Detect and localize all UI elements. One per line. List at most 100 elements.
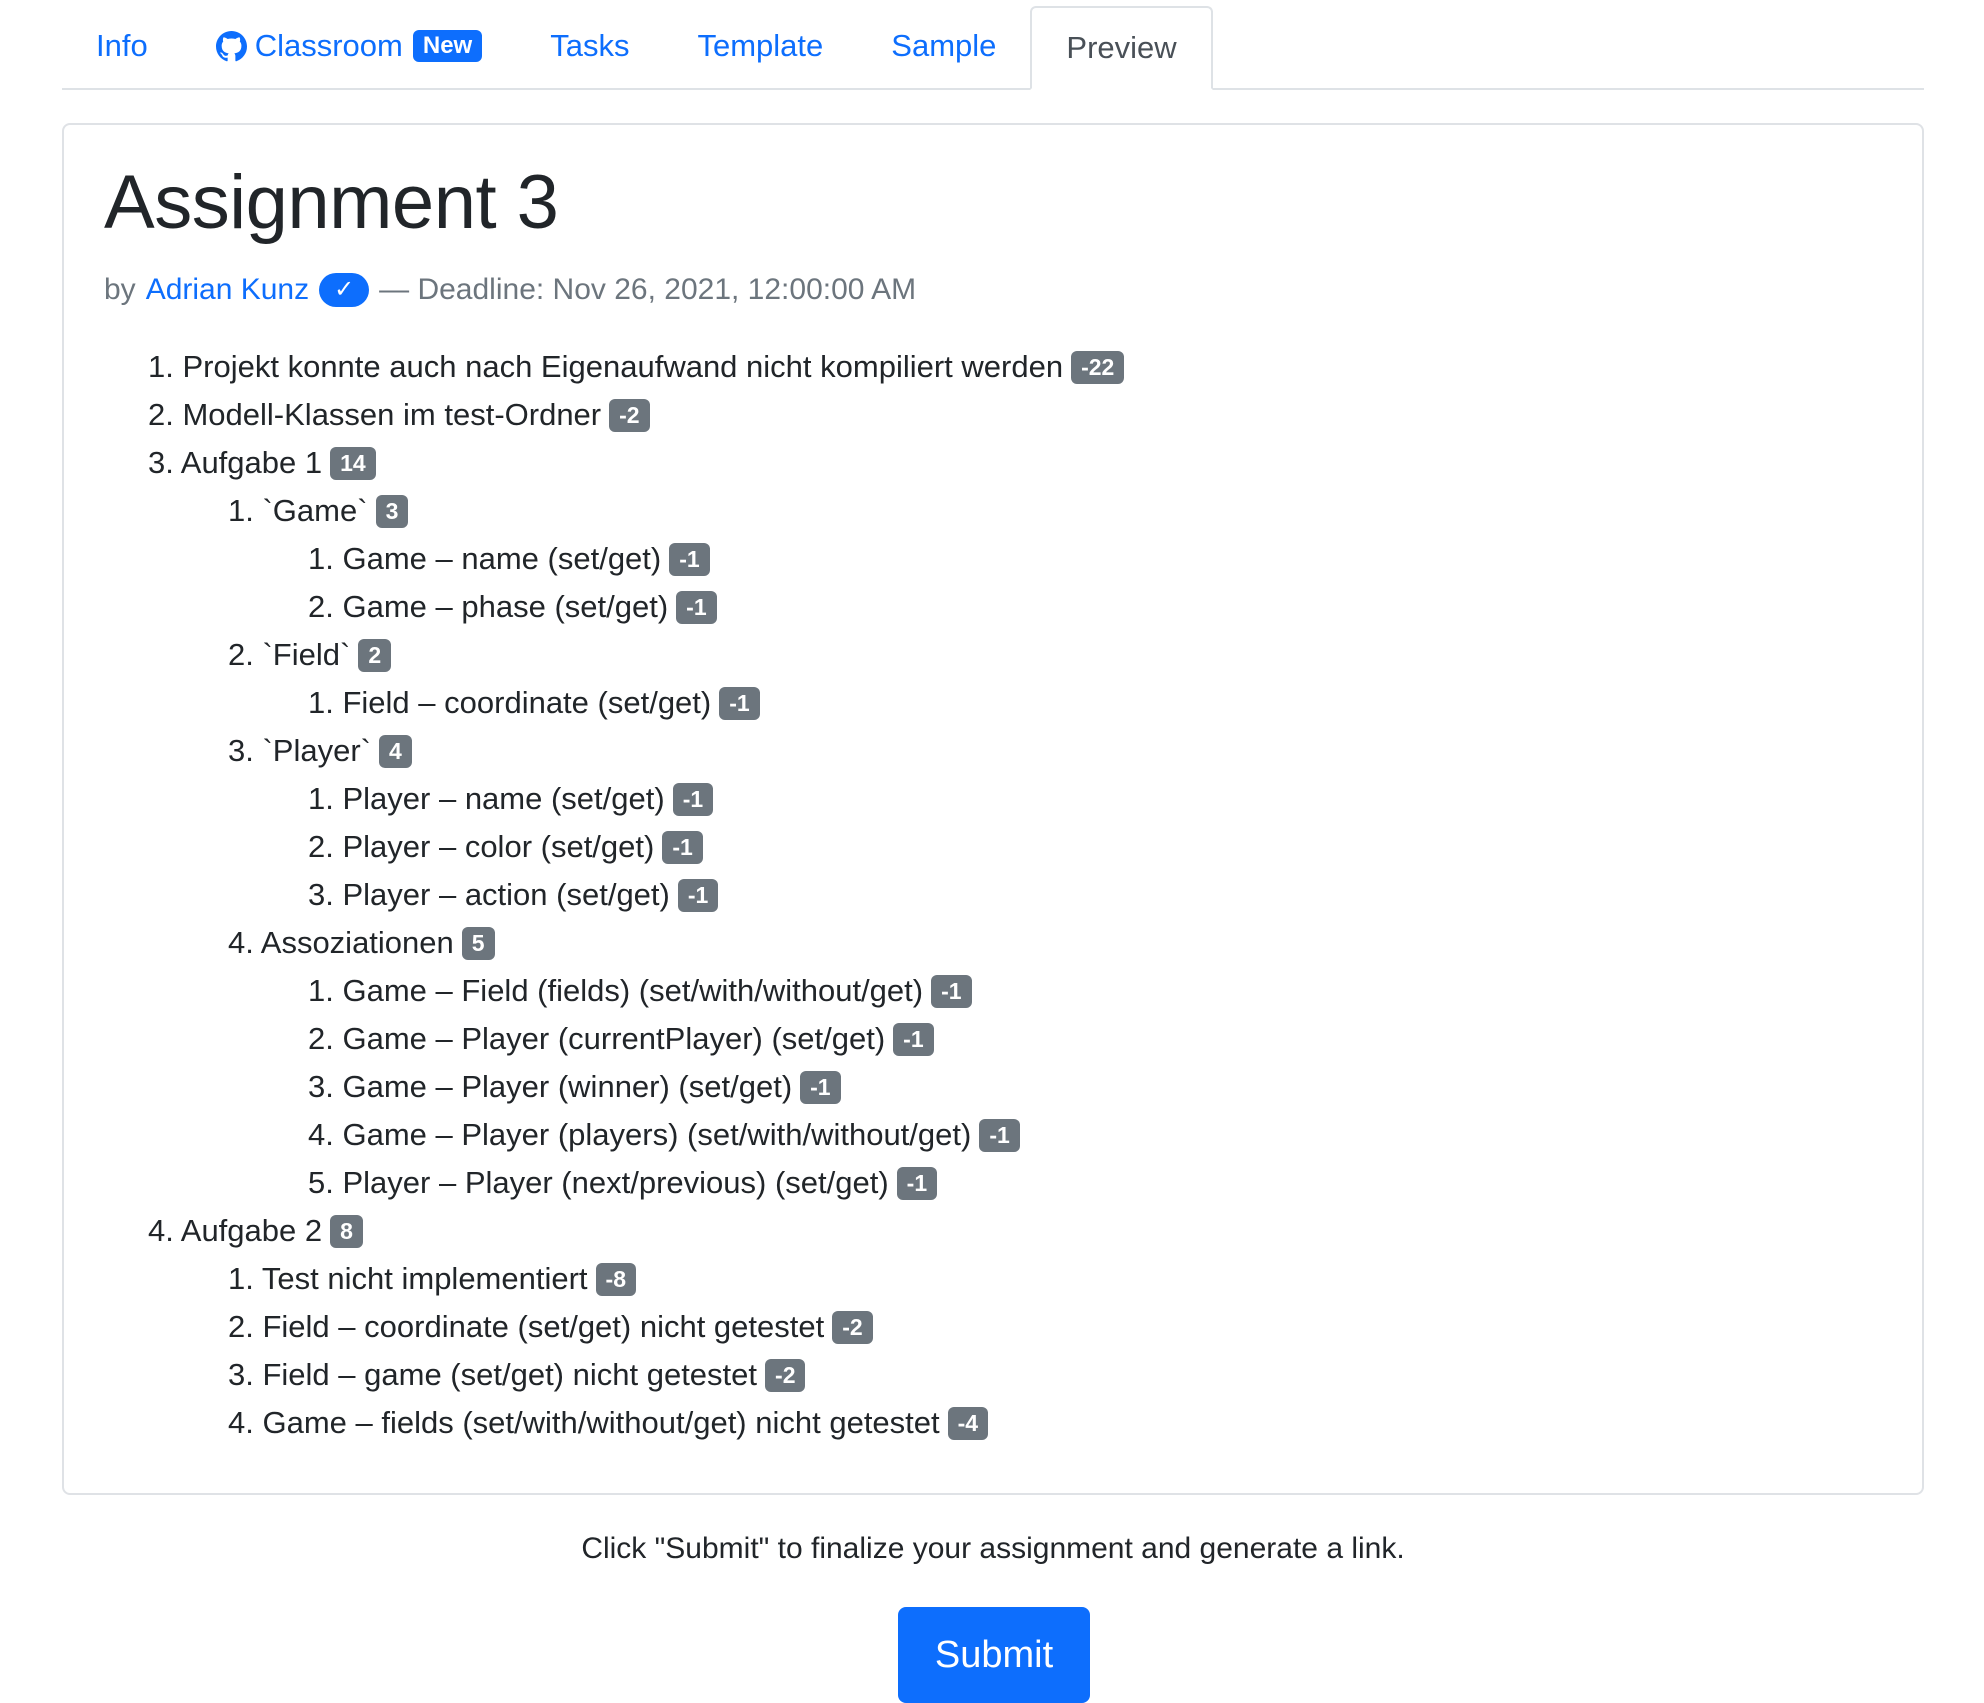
points-badge: -4: [947, 1406, 989, 1440]
tree-item: 1. Game – Field (fields) (set/with/witho…: [104, 967, 1882, 1015]
tree-item-number: 2.: [228, 636, 254, 672]
tree-item-number: 2.: [308, 828, 334, 864]
byline-by: by: [104, 272, 136, 306]
tree-item-number: 4.: [228, 924, 254, 960]
tree-item-number: 1.: [308, 540, 334, 576]
tree-item-number: 1.: [228, 1260, 254, 1296]
tree-item: 2. `Field` 2: [104, 631, 1882, 679]
tree-item-number: 2.: [308, 1020, 334, 1056]
tree-item-number: 1.: [308, 972, 334, 1008]
tab-classroom[interactable]: Classroom New: [182, 2, 517, 90]
verified-check-icon: ✓: [319, 272, 370, 307]
points-badge: 3: [375, 494, 409, 528]
tree-item-number: 2.: [148, 396, 174, 432]
assignment-title: Assignment 3: [104, 160, 559, 245]
byline: by Adrian Kunz ✓ — Deadline: Nov 26, 202…: [104, 272, 1882, 307]
tree-item: 3. Game – Player (winner) (set/get) -1: [104, 1063, 1882, 1111]
tree-item-text: `Game`: [262, 492, 368, 528]
tree-item-number: 1.: [148, 348, 174, 384]
tree-item-text: Game – Field (fields) (set/with/without/…: [342, 972, 924, 1008]
points-badge: 4: [379, 734, 412, 768]
points-badge: -1: [669, 542, 710, 576]
tab-template-label: Template: [697, 28, 824, 63]
tab-sample[interactable]: Sample: [857, 2, 1030, 90]
tree-item-text: Player – name (set/get): [342, 780, 665, 816]
tree-item-number: 4.: [148, 1212, 174, 1248]
points-badge: 14: [330, 446, 376, 480]
tree-item-text: Player – action (set/get): [342, 876, 670, 912]
points-badge: -1: [662, 830, 703, 864]
tab-sample-label: Sample: [891, 28, 997, 63]
deadline: — Deadline: Nov 26, 2021, 12:00:00 AM: [379, 272, 917, 306]
tree-item: 1. Projekt konnte auch nach Eigenaufwand…: [104, 343, 1882, 391]
tree-item-text: Player – color (set/get): [342, 828, 655, 864]
tree-item: 2. Modell-Klassen im test-Ordner -2: [104, 391, 1882, 439]
tree-item: 1. Field – coordinate (set/get) -1: [104, 679, 1882, 727]
tab-info[interactable]: Info: [62, 2, 182, 90]
tab-info-label: Info: [96, 28, 148, 63]
tree-item-number: 2.: [308, 588, 334, 624]
tab-bar: Info Classroom New Tasks Template Sample…: [62, 0, 1924, 90]
tree-item-text: Modell-Klassen im test-Ordner: [182, 396, 602, 432]
tree-item: 1. Player – name (set/get) -1: [104, 775, 1882, 823]
tree-item: 2. Game – Player (currentPlayer) (set/ge…: [104, 1015, 1882, 1063]
tree-item: 3. Field – game (set/get) nicht getestet…: [104, 1351, 1882, 1399]
tab-tasks[interactable]: Tasks: [516, 2, 663, 90]
preview-card: Assignment 3 by Adrian Kunz ✓ — Deadline…: [62, 123, 1924, 1495]
tree-item-text: Player – Player (next/previous) (set/get…: [342, 1164, 889, 1200]
tab-preview-label: Preview: [1066, 30, 1177, 65]
tree-item-text: `Field`: [262, 636, 351, 672]
tree-item-number: 2.: [228, 1308, 254, 1344]
points-badge: -1: [800, 1070, 841, 1104]
tree-item-number: 3.: [308, 876, 334, 912]
tree-item: 5. Player – Player (next/previous) (set/…: [104, 1159, 1882, 1207]
points-badge: -22: [1071, 350, 1125, 384]
submit-button[interactable]: Submit: [898, 1607, 1090, 1703]
tree-item-text: Game – fields (set/with/without/get) nic…: [262, 1404, 940, 1440]
points-badge: -1: [893, 1022, 934, 1056]
tree-item: 3. Player – action (set/get) -1: [104, 871, 1882, 919]
tree-item-number: 4.: [308, 1116, 334, 1152]
tree-item-number: 1.: [308, 780, 334, 816]
tree-item-text: Game – phase (set/get): [342, 588, 669, 624]
points-badge: -1: [677, 878, 719, 912]
github-icon: [215, 30, 247, 61]
tree-item-text: Field – game (set/get) nicht getestet: [262, 1356, 758, 1392]
points-badge: -2: [765, 1358, 806, 1392]
new-badge: New: [412, 29, 483, 63]
points-badge: -2: [832, 1310, 873, 1344]
tree-item: 4. Game – Player (players) (set/with/wit…: [104, 1111, 1882, 1159]
page: Info Classroom New Tasks Template Sample…: [62, 0, 1924, 1703]
tree-item-text: Aufgabe 2: [180, 1212, 323, 1248]
tree-item: 4. Aufgabe 28: [104, 1207, 1882, 1255]
points-badge: -1: [979, 1118, 1020, 1152]
tree-item: 2. Player – color (set/get) -1: [104, 823, 1882, 871]
tree-item: 1. Test nicht implementiert -8: [104, 1255, 1882, 1303]
tree-item-number: 3.: [308, 1068, 334, 1104]
tree-item-number: 5.: [308, 1164, 334, 1200]
tree-item-text: Test nicht implementiert: [261, 1260, 588, 1296]
submit-hint: Click "Submit" to finalize your assignme…: [581, 1532, 1405, 1565]
points-badge: 5: [461, 926, 495, 960]
points-badge: -2: [609, 398, 650, 432]
points-badge: -1: [931, 974, 972, 1008]
tree-item-number: 1.: [308, 684, 334, 720]
tree-item-text: Assoziationen: [260, 924, 454, 960]
points-badge: -8: [595, 1262, 636, 1296]
tab-template[interactable]: Template: [663, 2, 857, 90]
tab-tasks-label: Tasks: [550, 28, 630, 63]
tree-item: 4. Assoziationen 5: [104, 919, 1882, 967]
tree-item-text: Projekt konnte auch nach Eigenaufwand ni…: [182, 348, 1064, 384]
tree-item-text: `Player`: [262, 732, 371, 768]
points-badge: 2: [358, 638, 392, 672]
tree-item-text: Game – Player (currentPlayer) (set/get): [342, 1020, 886, 1056]
tree-item-number: 3.: [228, 732, 254, 768]
tab-preview[interactable]: Preview: [1030, 6, 1213, 90]
tree-item-number: 3.: [228, 1356, 254, 1392]
tree-item-text: Aufgabe 1: [180, 444, 323, 480]
author-link[interactable]: Adrian Kunz: [146, 273, 309, 307]
points-badge: -1: [676, 590, 717, 624]
tree-item-number: 3.: [148, 444, 174, 480]
tree-item: 2. Game – phase (set/get) -1: [104, 583, 1882, 631]
tree-item-number: 1.: [228, 492, 254, 528]
